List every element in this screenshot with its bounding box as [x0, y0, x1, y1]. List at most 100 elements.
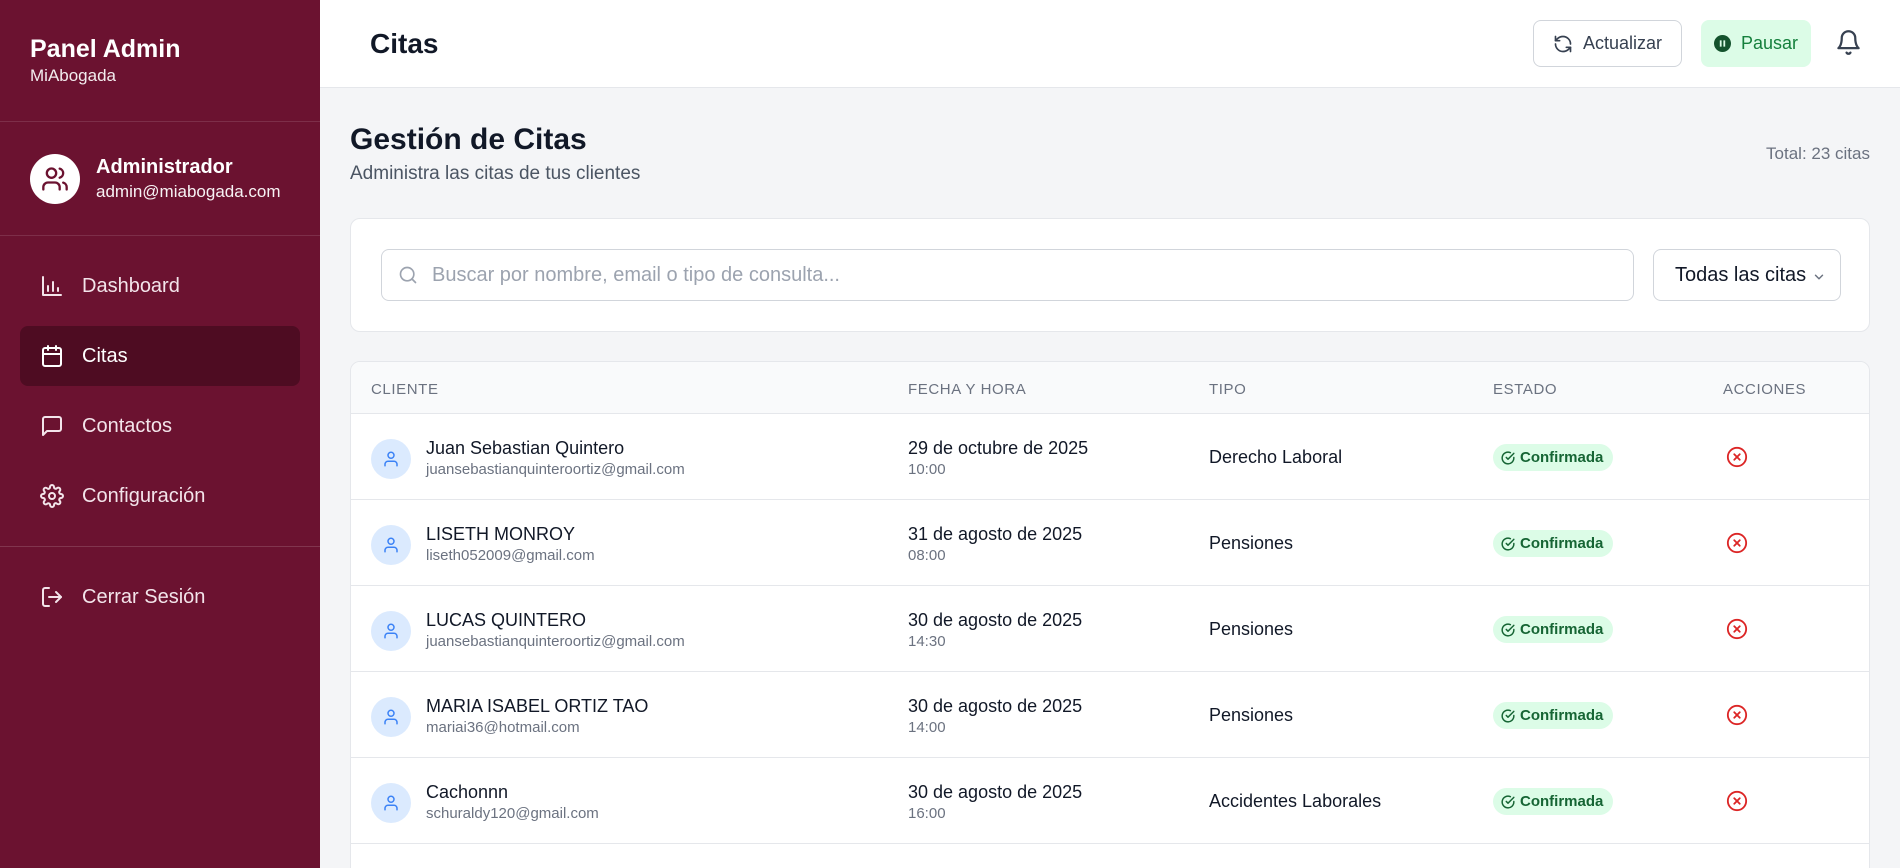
sidebar-item-label: Configuración: [82, 484, 206, 507]
table-row: Cachonnn schuraldy120@gmail.com 30 de ag…: [351, 758, 1869, 844]
x-circle-icon: [1726, 618, 1748, 640]
status-badge: Confirmada: [1493, 702, 1614, 729]
status-badge: Confirmada: [1493, 444, 1614, 471]
sidebar-item-label: Citas: [82, 344, 128, 367]
logout-button[interactable]: Cerrar Sesión: [20, 567, 300, 627]
pause-button[interactable]: Pausar: [1701, 20, 1811, 67]
client-email: mariai36@hotmail.com: [426, 719, 580, 736]
refresh-button[interactable]: Actualizar: [1533, 20, 1682, 67]
appointment-time: 10:00: [908, 461, 946, 478]
total-count: Total: 23 citas: [1766, 144, 1870, 163]
client-name: LUCAS QUINTERO: [426, 610, 587, 630]
pause-icon: [1713, 35, 1731, 52]
appointment-type: Pensiones: [1209, 533, 1294, 553]
cancel-appointment-button[interactable]: [1726, 618, 1748, 640]
status-label: Confirmada: [1520, 707, 1604, 724]
status-label: Confirmada: [1520, 535, 1604, 552]
user-icon: [384, 709, 398, 725]
appointment-date: 30 de agosto de 2025: [908, 610, 1083, 630]
client-email: juansebastianquinteroortiz@gmail.com: [426, 461, 685, 478]
client-avatar: [371, 525, 411, 565]
check-circle-icon: [1501, 536, 1515, 551]
table-row: MARIA ISABEL ORTIZ TAO mariai36@hotmail.…: [351, 672, 1869, 758]
check-circle-icon: [1501, 794, 1515, 809]
appointments-table: CLIENTE FECHA Y HORA TIPO ESTADO ACCIONE…: [350, 361, 1870, 868]
users-icon: [42, 166, 68, 191]
page-subtitle: Administra las citas de tus clientes: [350, 163, 641, 184]
bar-chart-icon: [42, 276, 62, 296]
cancel-appointment-button[interactable]: [1726, 790, 1748, 812]
user-icon: [384, 451, 398, 467]
brand-subtitle: MiAbogada: [30, 66, 117, 85]
check-circle-icon: [1501, 622, 1515, 637]
sidebar-item-label: Dashboard: [82, 274, 180, 297]
user-email: admin@miabogada.com: [96, 182, 281, 201]
sidebar-nav: Dashboard Citas Contactos Configuración …: [0, 236, 320, 627]
status-filter-select[interactable]: Todas las citas: [1653, 249, 1841, 301]
cancel-appointment-button[interactable]: [1726, 704, 1748, 726]
appointment-type: Pensiones: [1209, 705, 1294, 725]
search-box[interactable]: [381, 249, 1634, 301]
sidebar-item-dashboard[interactable]: Dashboard: [20, 256, 300, 316]
x-circle-icon: [1726, 446, 1748, 468]
gear-icon: [40, 484, 64, 508]
refresh-icon: [1554, 35, 1572, 52]
status-label: Confirmada: [1520, 449, 1604, 466]
status-label: Confirmada: [1520, 793, 1604, 810]
column-header-actions: ACCIONES: [1723, 381, 1807, 398]
table-row: LUCAS QUINTERO juansebastianquinteroorti…: [351, 586, 1869, 672]
client-email: juansebastianquinteroortiz@gmail.com: [426, 633, 685, 650]
table-row: LISETH MONROY liseth052009@gmail.com 31 …: [351, 500, 1869, 586]
client-email: schuraldy120@gmail.com: [426, 805, 599, 822]
refresh-label: Actualizar: [1582, 33, 1663, 53]
log-out-icon: [42, 587, 62, 607]
top-bar: Citas Actualizar Pausar: [320, 0, 1900, 88]
user-icon: [384, 537, 398, 553]
status-filter-value: Todas las citas: [1675, 263, 1807, 286]
brand: Panel Admin MiAbogada: [0, 0, 320, 122]
table-body: Juan Sebastian Quintero juansebastianqui…: [351, 414, 1869, 844]
notifications-button[interactable]: [1835, 28, 1862, 62]
check-circle-icon: [1501, 708, 1515, 723]
appointment-type: Accidentes Laborales: [1209, 791, 1382, 811]
divider: [0, 546, 320, 547]
user-name: Administrador: [96, 156, 233, 178]
appointment-date: 30 de agosto de 2025: [908, 696, 1083, 716]
cancel-appointment-button[interactable]: [1726, 446, 1748, 468]
x-circle-icon: [1726, 790, 1748, 812]
sidebar-item-citas[interactable]: Citas: [20, 326, 300, 386]
table-header: CLIENTE FECHA Y HORA TIPO ESTADO ACCIONE…: [351, 362, 1869, 414]
sidebar-item-label: Contactos: [82, 414, 173, 437]
appointment-type: Pensiones: [1209, 619, 1294, 639]
column-header-client: CLIENTE: [371, 381, 439, 398]
appointment-type: Derecho Laboral: [1209, 447, 1343, 467]
table-row: Juan Sebastian Quintero juansebastianqui…: [351, 414, 1869, 500]
status-badge: Confirmada: [1493, 616, 1614, 643]
logout-label: Cerrar Sesión: [82, 585, 206, 608]
appointment-date: 30 de agosto de 2025: [908, 782, 1083, 802]
page-title: Gestión de Citas: [350, 123, 587, 156]
filter-card: Todas las citas: [350, 218, 1870, 332]
status-label: Confirmada: [1520, 621, 1604, 638]
user-icon: [384, 623, 398, 639]
sidebar-item-configuracion[interactable]: Configuración: [20, 466, 300, 526]
user-icon: [384, 795, 398, 811]
cancel-appointment-button[interactable]: [1726, 532, 1748, 554]
appointment-time: 08:00: [908, 547, 946, 564]
column-header-status: ESTADO: [1493, 381, 1558, 398]
client-name: Juan Sebastian Quintero: [426, 438, 625, 458]
client-avatar: [371, 611, 411, 651]
avatar: [30, 153, 80, 204]
main-content: Gestión de Citas Administra las citas de…: [320, 88, 1900, 868]
client-avatar: [371, 697, 411, 737]
sidebar-item-contactos[interactable]: Contactos: [20, 396, 300, 456]
client-name: MARIA ISABEL ORTIZ TAO: [426, 696, 649, 716]
appointment-time: 14:30: [908, 633, 946, 650]
client-name: LISETH MONROY: [426, 524, 576, 544]
client-avatar: [371, 439, 411, 479]
message-square-icon: [42, 416, 62, 436]
page-header-title: Citas: [370, 28, 439, 59]
search-input[interactable]: [432, 263, 1582, 287]
client-email: liseth052009@gmail.com: [426, 547, 595, 564]
user-profile: Administrador admin@miabogada.com: [0, 122, 320, 236]
